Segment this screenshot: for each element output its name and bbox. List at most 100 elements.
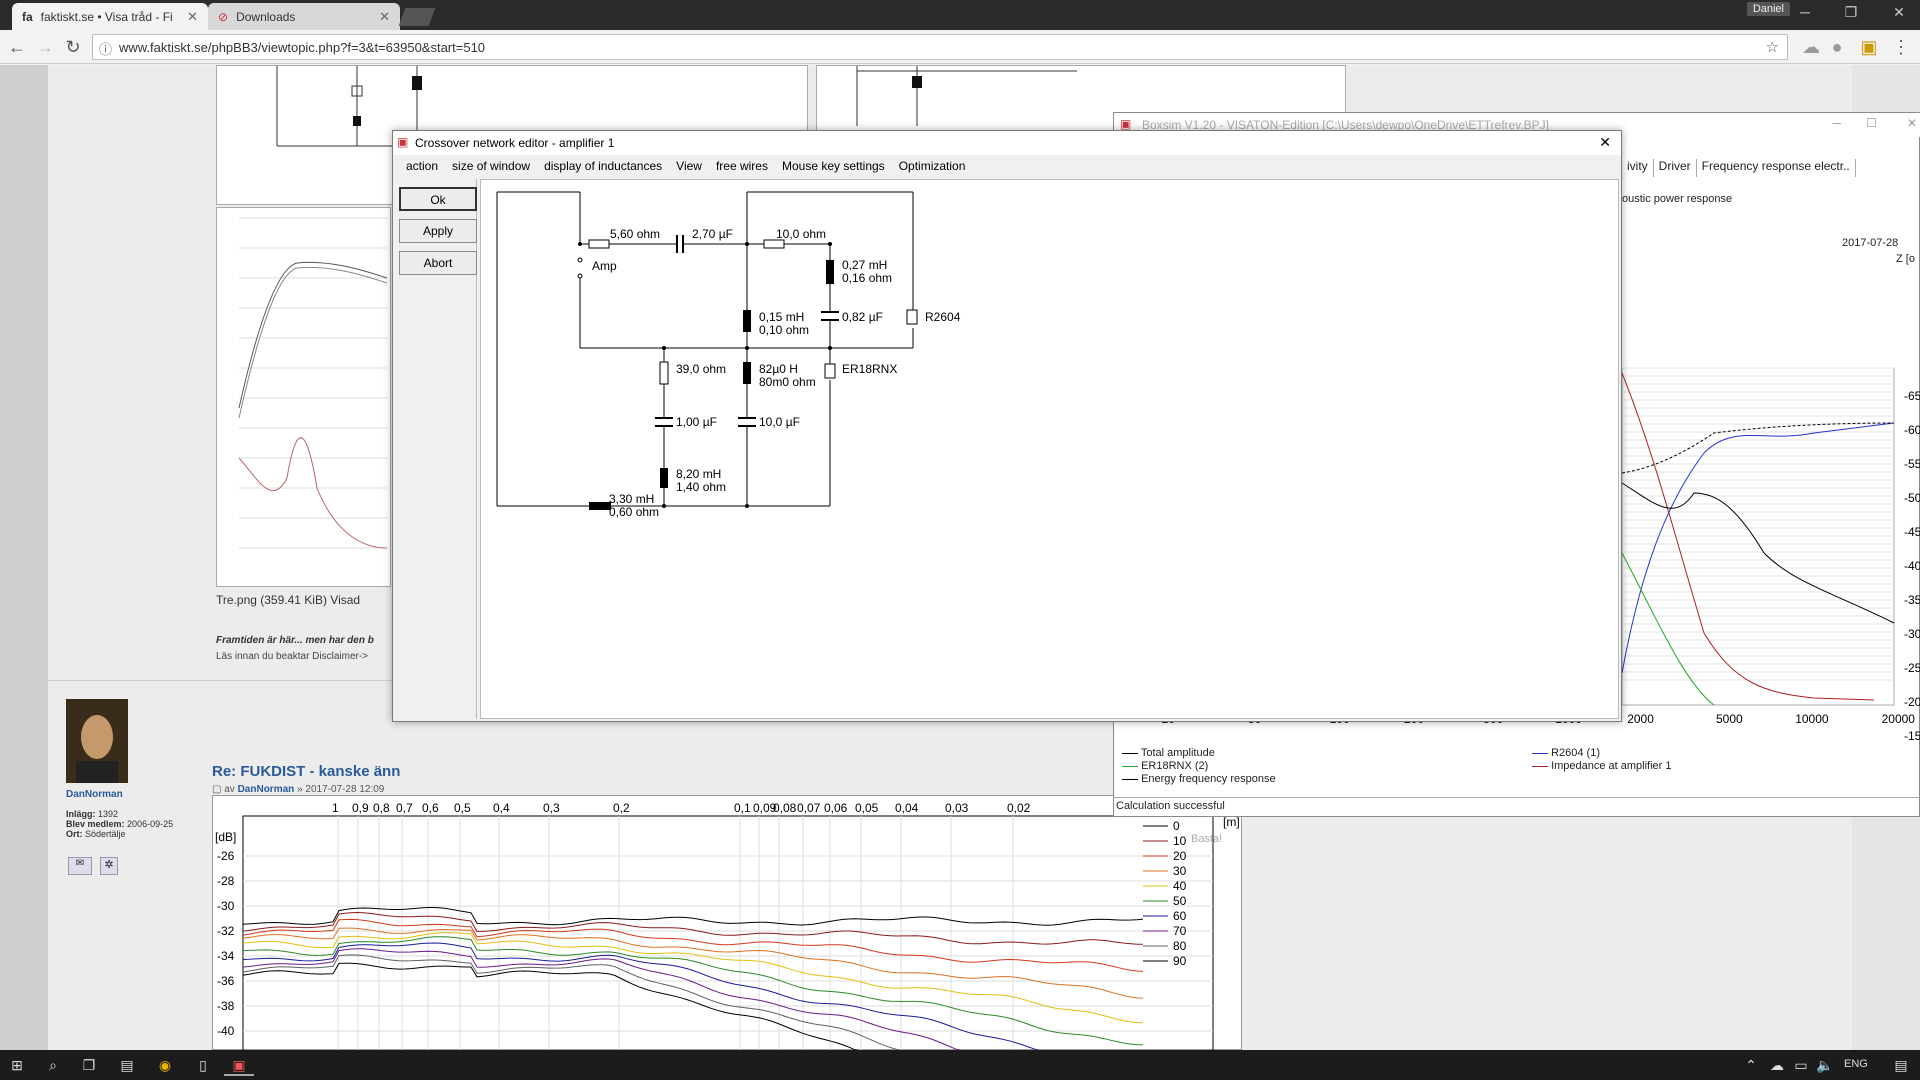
legend-swatch <box>1122 765 1138 767</box>
label-c1: 2,70 µF <box>692 227 733 241</box>
menu-optimization[interactable]: Optimization <box>892 159 973 173</box>
boxsim-legend-left: Total amplitude ER18RNX (2) Energy frequ… <box>1122 747 1276 786</box>
menu-display-of-inductances[interactable]: display of inductances <box>537 159 669 173</box>
label-l5b: 0,60 ohm <box>609 505 659 519</box>
polar-y-tick-label: -26 <box>217 849 235 863</box>
resistor-symbol[interactable] <box>659 361 669 385</box>
legend-label: ER18RNX (2) <box>1141 760 1209 772</box>
menu-action[interactable]: action <box>399 159 445 173</box>
boxsim-status-bar: Calculation successful <box>1114 797 1920 815</box>
abort-button[interactable]: Abort <box>399 251 477 275</box>
language-indicator[interactable]: ENG <box>1844 1058 1868 1070</box>
chrome-icon[interactable]: ◉ <box>150 1054 180 1076</box>
notifications-icon[interactable]: ▤ <box>1886 1054 1916 1076</box>
inductor-symbol[interactable] <box>743 310 751 332</box>
attachment-frequency-plot[interactable] <box>216 207 391 587</box>
info-icon[interactable]: ⓘ <box>99 39 112 58</box>
search-icon[interactable]: ⌕ <box>38 1054 68 1076</box>
close-icon[interactable]: ✕ <box>187 9 198 25</box>
forward-arrow-icon[interactable]: → <box>34 37 56 59</box>
label-driver-er18rnx: ER18RNX <box>842 362 897 376</box>
driver-r2604-symbol[interactable] <box>906 309 918 325</box>
author-name[interactable]: DanNorman <box>66 789 123 800</box>
windows-start-icon[interactable]: ⊞ <box>2 1054 32 1076</box>
menu-free-wires[interactable]: free wires <box>709 159 775 173</box>
legend-label: R2604 (1) <box>1551 747 1600 759</box>
stat-label: Ort: <box>66 829 83 839</box>
menu-size-of-window[interactable]: size of window <box>445 159 537 173</box>
polar-top-axis: 1 0,9 0,8 0,7 0,6 0,5 0,4 0,3 0,2 0,1 0,090,08 0,07… <box>332 801 1031 815</box>
restore-icon[interactable]: ❐ <box>1836 4 1866 21</box>
menu-mouse-key-settings[interactable]: Mouse key settings <box>775 159 892 173</box>
signature-line-2[interactable]: Läs innan du beaktar Disclaimer-> <box>216 651 368 662</box>
task-view-icon[interactable]: ❐ <box>74 1054 104 1076</box>
post-meta-author[interactable]: DanNorman <box>238 784 295 795</box>
inductor-symbol[interactable] <box>743 362 751 384</box>
toolbar: ← → ↻ ⓘ www.faktiskt.se/phpBB3/viewtopic… <box>0 30 1920 64</box>
minimize-icon[interactable]: ─ <box>1832 116 1841 130</box>
tab-faktiskt[interactable]: fa faktiskt.se • Visa tråd - Fi ✕ <box>12 3 208 30</box>
legend-swatch <box>1122 752 1138 754</box>
polar-top-tick-label: 0,03 <box>945 801 969 815</box>
file-explorer-icon[interactable]: ▯ <box>188 1054 218 1076</box>
inductor-symbol[interactable] <box>589 502 611 510</box>
store-icon[interactable]: ▤ <box>112 1054 142 1076</box>
label-c2: 0,82 µF <box>842 310 883 324</box>
url-text: www.faktiskt.se/phpBB3/viewtopic.php?f=3… <box>119 39 486 55</box>
boxsim-right-tick-label: -20 <box>1904 695 1920 709</box>
maximize-icon[interactable]: ☐ <box>1866 116 1877 130</box>
back-arrow-icon[interactable]: ← <box>6 37 28 59</box>
menu-view[interactable]: View <box>669 159 709 173</box>
amp-terminal-plus[interactable] <box>577 257 583 263</box>
minimize-icon[interactable]: ─ <box>1790 4 1820 20</box>
close-icon[interactable]: ✕ <box>379 9 390 25</box>
ok-button[interactable]: Ok <box>399 187 477 211</box>
extension-circle-icon[interactable]: ● <box>1826 37 1848 59</box>
pm-button[interactable]: ✉ <box>68 857 92 875</box>
profile-icon[interactable]: ✲ <box>100 857 118 875</box>
tab-driver[interactable]: Driver <box>1654 159 1697 177</box>
boxsim-taskbar-icon[interactable]: ▣ <box>224 1054 254 1076</box>
polar-y-tick-label: -34 <box>217 949 235 963</box>
extension-badge-icon[interactable]: ▣ <box>1858 37 1880 59</box>
profile-badge[interactable]: Daniel <box>1746 2 1790 16</box>
polar-top-tick-label: 0,9 <box>352 801 369 815</box>
new-tab-button[interactable] <box>398 8 436 26</box>
bookmark-star-icon[interactable]: ☆ <box>1766 38 1779 56</box>
menu-dots-icon[interactable]: ⋮ <box>1890 37 1912 59</box>
inductor-symbol[interactable] <box>826 260 834 284</box>
close-icon[interactable]: ✕ <box>1907 116 1917 130</box>
boxsim-right-tick-label: -40 <box>1904 559 1920 573</box>
stat-value: 1392 <box>98 809 119 819</box>
extension-cloud-icon[interactable]: ☁ <box>1800 37 1822 59</box>
amp-terminal-minus[interactable] <box>577 273 583 279</box>
schematic-canvas[interactable]: 5,60 ohm 2,70 µF 10,0 ohm Amp 0,27 mH 0,… <box>480 179 1619 719</box>
inductor-symbol[interactable] <box>660 468 668 488</box>
resistor-symbol[interactable] <box>588 239 610 249</box>
legend-item: Impedance at amplifier 1 <box>1532 760 1672 773</box>
label-l3b: 80m0 ohm <box>759 375 816 389</box>
attachment-polar-plot[interactable]: 1 0,9 0,8 0,7 0,6 0,5 0,4 0,3 0,2 0,1 0,09 0,08 0,07… <box>212 795 1242 1050</box>
frequency-thumbnail <box>238 217 388 549</box>
tab-frequency-response[interactable]: Frequency response electr.. <box>1697 159 1856 177</box>
apply-button[interactable]: Apply <box>399 219 477 243</box>
label-amp: Amp <box>592 259 617 273</box>
polar-series-curve <box>242 948 961 1050</box>
driver-er18rnx-symbol[interactable] <box>824 363 836 379</box>
boxsim-x-tick-label: 10000 <box>1795 712 1829 726</box>
resistor-symbol[interactable] <box>763 239 785 249</box>
crossover-app-icon: ▣ <box>397 135 409 149</box>
close-window-icon[interactable]: ✕ <box>1884 4 1914 21</box>
post-title[interactable]: Re: FUKDIST - kanske änn <box>212 763 400 780</box>
polar-legend-label: 60 <box>1173 909 1187 923</box>
close-icon[interactable]: ✕ <box>1599 134 1611 151</box>
avatar[interactable] <box>66 699 128 783</box>
volume-icon[interactable]: 🔈 <box>1810 1054 1840 1076</box>
label-l1a: 0,27 mH <box>842 258 887 272</box>
address-input[interactable]: ⓘ www.faktiskt.se/phpBB3/viewtopic.php?f… <box>92 34 1788 60</box>
stat-label: Blev medlem: <box>66 819 125 829</box>
reload-icon[interactable]: ↻ <box>62 37 84 59</box>
tab-sensitivity[interactable]: ivity <box>1622 159 1654 177</box>
tab-downloads[interactable]: ⊘ Downloads ✕ <box>208 3 400 30</box>
legend-label: Energy frequency response <box>1141 773 1276 785</box>
